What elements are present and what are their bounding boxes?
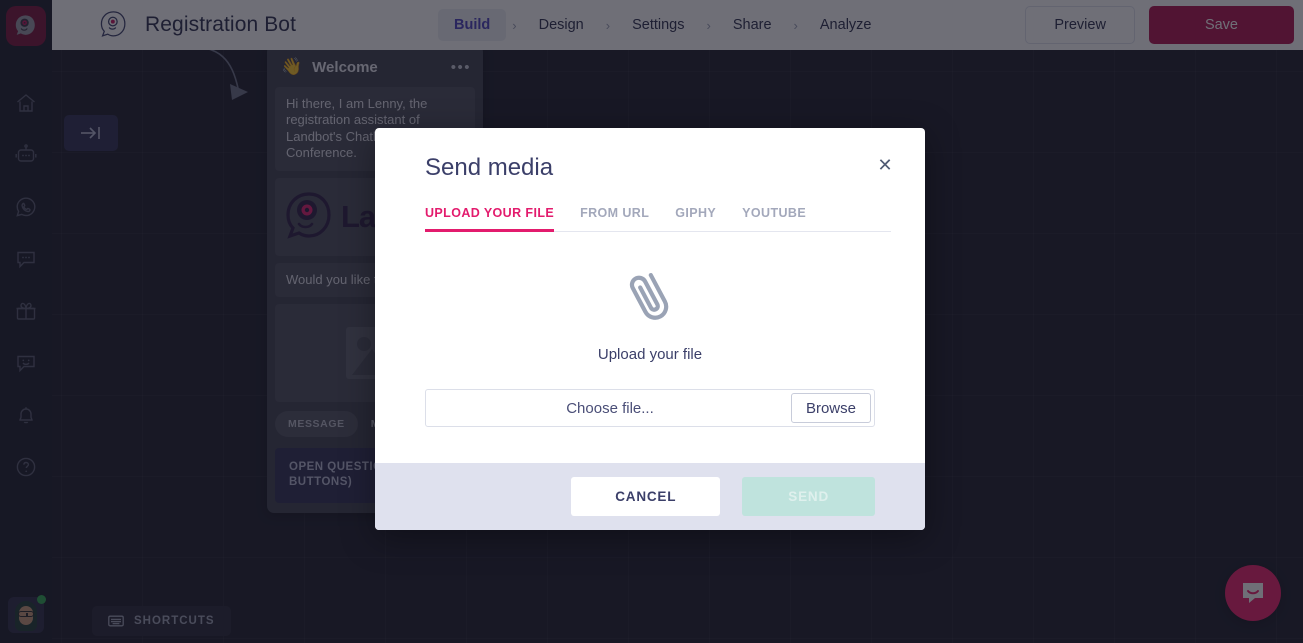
upload-icon-wrapper (425, 264, 875, 330)
upload-label: Upload your file (597, 346, 703, 363)
send-media-modal: Send media ✕ UPLOAD YOUR FILE FROM URL G… (375, 128, 925, 530)
tab-upload-your-file[interactable]: UPLOAD YOUR FILE (425, 206, 555, 232)
cancel-button[interactable]: CANCEL (571, 477, 721, 516)
app-root: 👋 Welcome ••• Hi there, I am Lenny, the … (0, 0, 1303, 643)
modal-title: Send media (425, 154, 554, 181)
send-button[interactable]: SEND (742, 477, 875, 516)
tab-youtube[interactable]: YOUTUBE (742, 206, 806, 232)
file-input-row[interactable]: Choose file... Browse (425, 389, 875, 427)
close-icon[interactable]: ✕ (874, 154, 896, 176)
modal-header: Send media ✕ (375, 128, 925, 182)
modal-body: Upload your file Choose file... Browse (375, 232, 925, 463)
tab-from-url[interactable]: FROM URL (580, 206, 649, 232)
browse-button[interactable]: Browse (790, 393, 871, 423)
paperclip-icon (629, 272, 669, 320)
modal-footer: CANCEL SEND (375, 463, 925, 530)
tab-giphy[interactable]: GIPHY (675, 206, 716, 232)
modal-tabs: UPLOAD YOUR FILE FROM URL GIPHY YOUTUBE (425, 206, 891, 232)
